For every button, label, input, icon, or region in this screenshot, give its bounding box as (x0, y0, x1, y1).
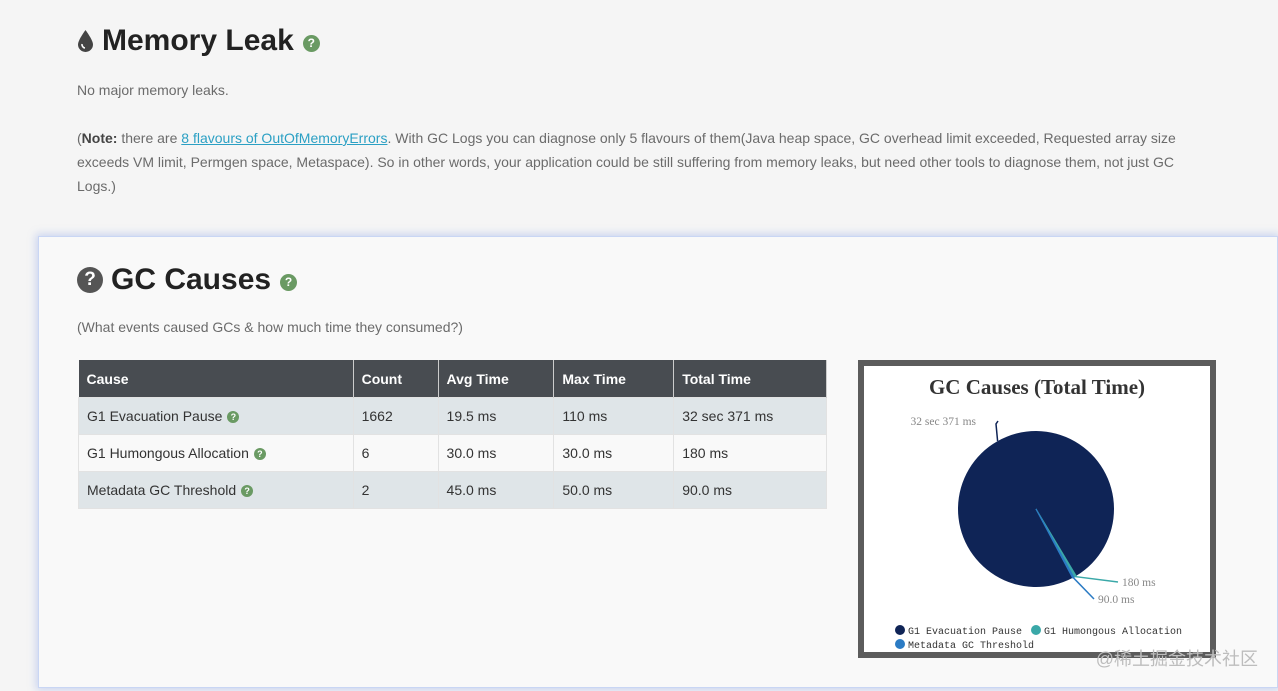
pie-chart-svg: GC Causes (Total Time) 32 sec 371 ms 180 … (895, 375, 1182, 652)
legend-label[interactable]: G1 Evacuation Pause (908, 626, 1022, 638)
memory-leak-title: Memory Leak (102, 24, 294, 57)
legend-label[interactable]: G1 Humongous Allocation (1044, 626, 1182, 638)
gc-causes-panel: ? GC Causes ? (What events caused GCs & … (38, 236, 1278, 688)
total-time-cell: 32 sec 371 ms (673, 397, 827, 435)
help-icon[interactable]: ? (241, 485, 254, 498)
cause-label: G1 Evacuation Pause (87, 408, 223, 424)
max-time-cell: 50.0 ms (553, 471, 675, 509)
oom-flavours-link[interactable]: 8 flavours of OutOfMemoryErrors (181, 130, 387, 146)
max-time-cell: 110 ms (553, 397, 675, 435)
table-row: G1 Evacuation Pause? 1662 19.5 ms 110 ms… (78, 397, 827, 435)
cause-cell: Metadata GC Threshold? (78, 471, 354, 509)
column-header[interactable]: Cause (78, 360, 354, 398)
column-header[interactable]: Count (353, 360, 439, 398)
data-label: 90.0 ms (1098, 594, 1135, 606)
leader-line (995, 420, 999, 442)
gc-causes-title: GC Causes (111, 263, 272, 296)
cause-label: Metadata GC Threshold (87, 482, 237, 498)
table-row: Metadata GC Threshold? 2 45.0 ms 50.0 ms… (78, 471, 827, 509)
legend-swatch[interactable] (895, 625, 905, 635)
total-time-cell: 180 ms (673, 434, 827, 472)
gc-causes-chart: GC Causes (Total Time) 32 sec 371 ms 180 … (858, 360, 1216, 658)
total-time-cell: 90.0 ms (673, 471, 827, 509)
help-icon[interactable]: ? (280, 273, 298, 291)
count-cell: 6 (352, 434, 439, 472)
max-time-cell: 30.0 ms (553, 434, 675, 472)
count-cell: 2 (352, 471, 439, 509)
memory-leak-heading: Memory Leak ? (77, 24, 320, 58)
cause-cell: G1 Humongous Allocation? (78, 434, 354, 472)
cause-cell: G1 Evacuation Pause? (78, 397, 354, 435)
data-label: 180 ms (1122, 577, 1156, 589)
legend-swatch[interactable] (1031, 625, 1041, 635)
note-label: Note: (81, 130, 118, 146)
avg-time-cell: 30.0 ms (437, 434, 555, 472)
watermark: @稀土掘金技术社区 (1095, 649, 1258, 669)
help-icon[interactable]: ? (302, 34, 320, 52)
leader-line (1074, 575, 1119, 583)
chart-title: GC Causes (Total Time) (929, 375, 1145, 399)
avg-time-cell: 19.5 ms (437, 397, 555, 435)
column-header[interactable]: Max Time (553, 360, 675, 398)
gc-causes-heading: ? GC Causes ? (77, 263, 298, 297)
data-label: 32 sec 371 ms (911, 416, 977, 428)
legend-label[interactable]: Metadata GC Threshold (908, 640, 1034, 652)
note-pre: there are (117, 130, 182, 146)
cause-label: G1 Humongous Allocation (87, 445, 249, 461)
gc-causes-table: Cause Count Avg Time Max Time Total Time… (78, 360, 827, 509)
count-cell: 1662 (352, 397, 439, 435)
drop-icon (78, 30, 93, 52)
help-icon[interactable]: ? (253, 448, 266, 461)
leader-line (1072, 577, 1095, 600)
question-circle-icon: ? (77, 267, 103, 293)
memory-leak-note: (Note: there are 8 flavours of OutOfMemo… (77, 126, 1202, 198)
avg-time-cell: 45.0 ms (437, 471, 555, 509)
gc-causes-subtitle: (What events caused GCs & how much time … (77, 319, 463, 335)
table-header-row: Cause Count Avg Time Max Time Total Time (78, 360, 827, 398)
memory-leak-status: No major memory leaks. (77, 82, 229, 98)
table-row: G1 Humongous Allocation? 6 30.0 ms 30.0 … (78, 434, 827, 472)
legend-swatch[interactable] (895, 639, 905, 649)
column-header[interactable]: Avg Time (438, 360, 555, 398)
help-icon[interactable]: ? (227, 411, 240, 424)
column-header[interactable]: Total Time (673, 360, 827, 398)
